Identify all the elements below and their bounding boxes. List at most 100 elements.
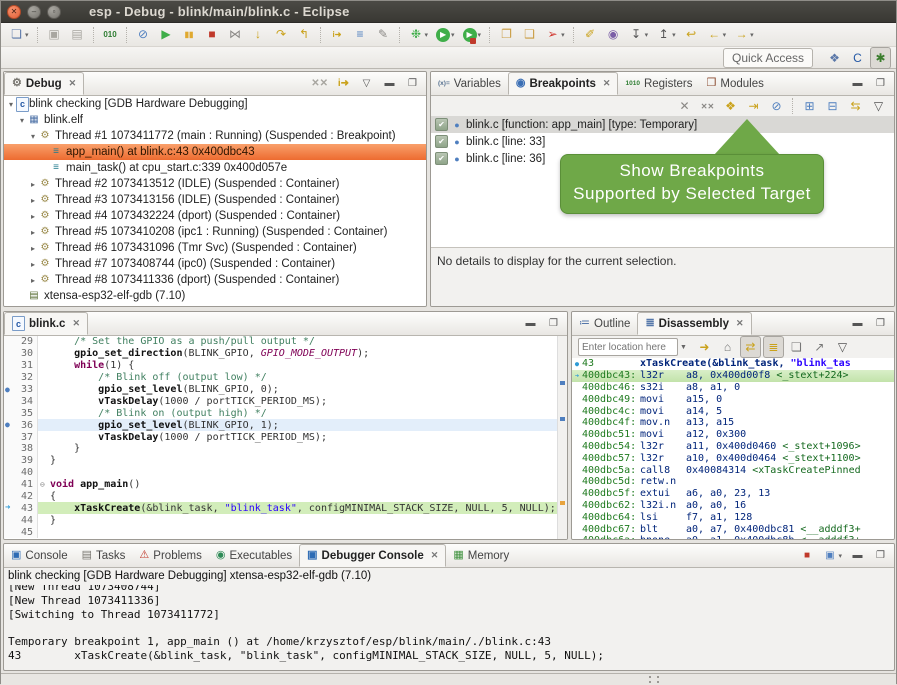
resume-icon[interactable]: ▶ (156, 24, 177, 46)
close-tab-icon[interactable]: ✕ (736, 318, 744, 329)
debug-tree-row[interactable]: ▸⚙Thread #8 1073411336 (dport) (Suspende… (4, 272, 426, 288)
last-edit-location-icon[interactable]: ↩ (681, 24, 702, 46)
close-tab-icon[interactable]: ✕ (69, 78, 77, 89)
disassembly-listing[interactable]: ●43xTaskCreate(&blink_task, "blink_tas➜4… (572, 358, 894, 539)
debug-tree-row[interactable]: ▾cblink checking [GDB Hardware Debugging… (4, 96, 426, 112)
step-over-icon[interactable]: ↷ (271, 24, 292, 46)
tree-expand-icon[interactable]: ▸ (28, 180, 38, 189)
bottom-tab-problems[interactable]: ⚠Problems (132, 544, 208, 567)
tree-expand-icon[interactable]: ▸ (28, 244, 38, 253)
external-tools-icon[interactable]: ▶▾ (460, 24, 485, 46)
debug-icon[interactable]: ❉▾ (406, 24, 432, 46)
debug-tree-row[interactable]: ▸⚙Thread #2 1073413512 (IDLE) (Suspended… (4, 176, 426, 192)
debug-tree-row[interactable]: ▾⚙Thread #1 1073411772 (main : Running) … (4, 128, 426, 144)
add-function-breakpoint-icon[interactable]: ⇥ (743, 95, 764, 117)
fold-marker-icon[interactable]: ⊖ (40, 480, 50, 489)
mark-occurrences-icon[interactable]: ◉ (603, 24, 624, 46)
skip-all-breakpoints-icon[interactable]: ⊘ (766, 95, 787, 117)
disconnect-icon[interactable]: ⋈ (225, 24, 246, 46)
bottom-tab-executables[interactable]: ◉Executables (209, 544, 299, 567)
minimize-icon[interactable]: ▬ (847, 314, 868, 334)
close-tab-icon[interactable]: ✕ (431, 550, 439, 561)
debug-perspective-icon[interactable]: ✱ (870, 47, 891, 69)
tree-expand-icon[interactable]: ▾ (28, 132, 38, 141)
collapse-all-icon[interactable]: ⊟ (822, 95, 843, 117)
export-icon[interactable]: ↗ (809, 336, 830, 358)
top-right-tab-registers[interactable]: 1010Registers (618, 72, 699, 95)
debug-tree-row[interactable]: ▸⚙Thread #3 1073413156 (IDLE) (Suspended… (4, 192, 426, 208)
breakpoint-row[interactable]: ✔●blink.c [line: 33] (431, 133, 894, 150)
previous-annotation-icon[interactable]: ↥▾ (653, 24, 679, 46)
terminate-icon[interactable]: ■ (202, 24, 223, 46)
step-filters-icon[interactable]: ≡ (350, 24, 371, 46)
statusbar-grip[interactable] (649, 676, 659, 683)
open-perspective-icon[interactable]: ❖ (824, 47, 845, 69)
view-menu-icon[interactable]: ▽ (832, 336, 853, 358)
top-right-tab-modules[interactable]: ❒Modules (700, 72, 771, 95)
remove-terminated-icon[interactable]: ✕✕ (308, 74, 331, 94)
open-project-icon[interactable]: ❐ (496, 24, 517, 46)
view-menu-icon[interactable]: ▽ (868, 95, 889, 117)
maximize-icon[interactable]: ❐ (870, 546, 891, 566)
breakpoint-marker-icon[interactable]: ● (5, 421, 17, 429)
save-all-icon[interactable]: ▤ (67, 24, 88, 46)
next-annotation-icon[interactable]: ↧▾ (626, 24, 652, 46)
flash-target-icon[interactable]: ➢▾ (542, 24, 568, 46)
top-right-tab-breakpoints[interactable]: ◉Breakpoints✕ (508, 72, 619, 95)
terminate-icon[interactable]: ■ (796, 546, 817, 566)
sync-with-selection-icon[interactable]: ⇄ (740, 336, 761, 358)
maximize-icon[interactable]: ❐ (870, 74, 891, 94)
tree-expand-icon[interactable]: ▾ (6, 100, 16, 109)
display-selected-console-icon[interactable]: ▣▾ (819, 546, 845, 566)
close-window-icon[interactable]: ✕ (7, 5, 21, 19)
minimize-icon[interactable]: ▬ (847, 74, 868, 94)
show-source-icon[interactable]: ≣ (763, 336, 784, 358)
load-folder-icon[interactable]: ❑ (519, 24, 540, 46)
instruction-stepping-icon[interactable]: i➜ (327, 24, 348, 46)
instruction-stepping-mode-icon[interactable]: i➜ (333, 74, 354, 94)
link-with-debug-view-icon[interactable]: ⇆ (845, 95, 866, 117)
debug-tree-row[interactable]: ▾▦blink.elf (4, 112, 426, 128)
debug-tree-row[interactable]: ▤xtensa-esp32-elf-gdb (7.10) (4, 288, 426, 304)
close-tab-icon[interactable]: ✕ (72, 318, 80, 329)
minimize-window-icon[interactable]: – (27, 5, 41, 19)
location-input[interactable] (578, 338, 678, 356)
minimize-icon[interactable]: ▬ (520, 314, 541, 334)
tree-expand-icon[interactable]: ▸ (28, 196, 38, 205)
middle-right-tab-outline[interactable]: ≔Outline (572, 312, 637, 335)
bottom-tab-console[interactable]: ▣Console (4, 544, 75, 567)
skip-all-breakpoints-icon[interactable]: ⊘ (133, 24, 154, 46)
goto-pc-icon[interactable]: ➜ (694, 336, 715, 358)
remove-all-breakpoints-icon[interactable]: ✕✕ (697, 95, 718, 117)
tree-expand-icon[interactable]: ▸ (28, 212, 38, 221)
copy-icon[interactable]: ❏ (786, 336, 807, 358)
c-cpp-perspective-icon[interactable]: C (847, 47, 868, 69)
maximize-icon[interactable]: ❐ (402, 74, 423, 94)
view-menu-icon[interactable]: ▽ (356, 74, 377, 94)
tree-expand-icon[interactable]: ▸ (28, 260, 38, 269)
code-editor[interactable]: 29 /* Set the GPIO as a push/pull output… (4, 336, 567, 539)
breakpoint-row[interactable]: ✔●blink.c [function: app_main] [type: Te… (431, 116, 894, 133)
save-icon[interactable]: ▣ (44, 24, 65, 46)
debug-tree-row[interactable]: ▸⚙Thread #7 1073408744 (ipc0) (Suspended… (4, 256, 426, 272)
home-icon[interactable]: ⌂ (717, 336, 738, 358)
middle-right-tab-disassembly[interactable]: ≣Disassembly✕ (637, 312, 751, 335)
breakpoint-checkbox[interactable]: ✔ (435, 118, 448, 131)
console-output[interactable]: [New Thread 1073408744][New Thread 10734… (8, 585, 890, 668)
forward-icon[interactable]: →▾ (731, 24, 757, 46)
editor-tab-blink-c[interactable]: cblink.c✕ (4, 312, 88, 335)
tree-expand-icon[interactable]: ▸ (28, 276, 38, 285)
minimize-icon[interactable]: ▬ (847, 546, 868, 566)
debug-tree-row[interactable]: ▸⚙Thread #5 1073410208 (ipc1 : Running) … (4, 224, 426, 240)
expand-all-icon[interactable]: ⊞ (799, 95, 820, 117)
tree-expand-icon[interactable]: ▸ (28, 228, 38, 237)
minimize-icon[interactable]: ▬ (379, 74, 400, 94)
debug-tree-row[interactable]: ▸⚙Thread #4 1073432224 (dport) (Suspende… (4, 208, 426, 224)
remove-breakpoint-icon[interactable]: ✕ (674, 95, 695, 117)
profile-icon[interactable]: ✎ (373, 24, 394, 46)
run-icon[interactable]: ▶▾ (433, 24, 458, 46)
highlighter-icon[interactable]: ✐ (580, 24, 601, 46)
step-return-icon[interactable]: ↰ (294, 24, 315, 46)
maximize-window-icon[interactable]: ▫ (47, 5, 61, 19)
build-binary-icon[interactable]: 010 (100, 24, 121, 46)
